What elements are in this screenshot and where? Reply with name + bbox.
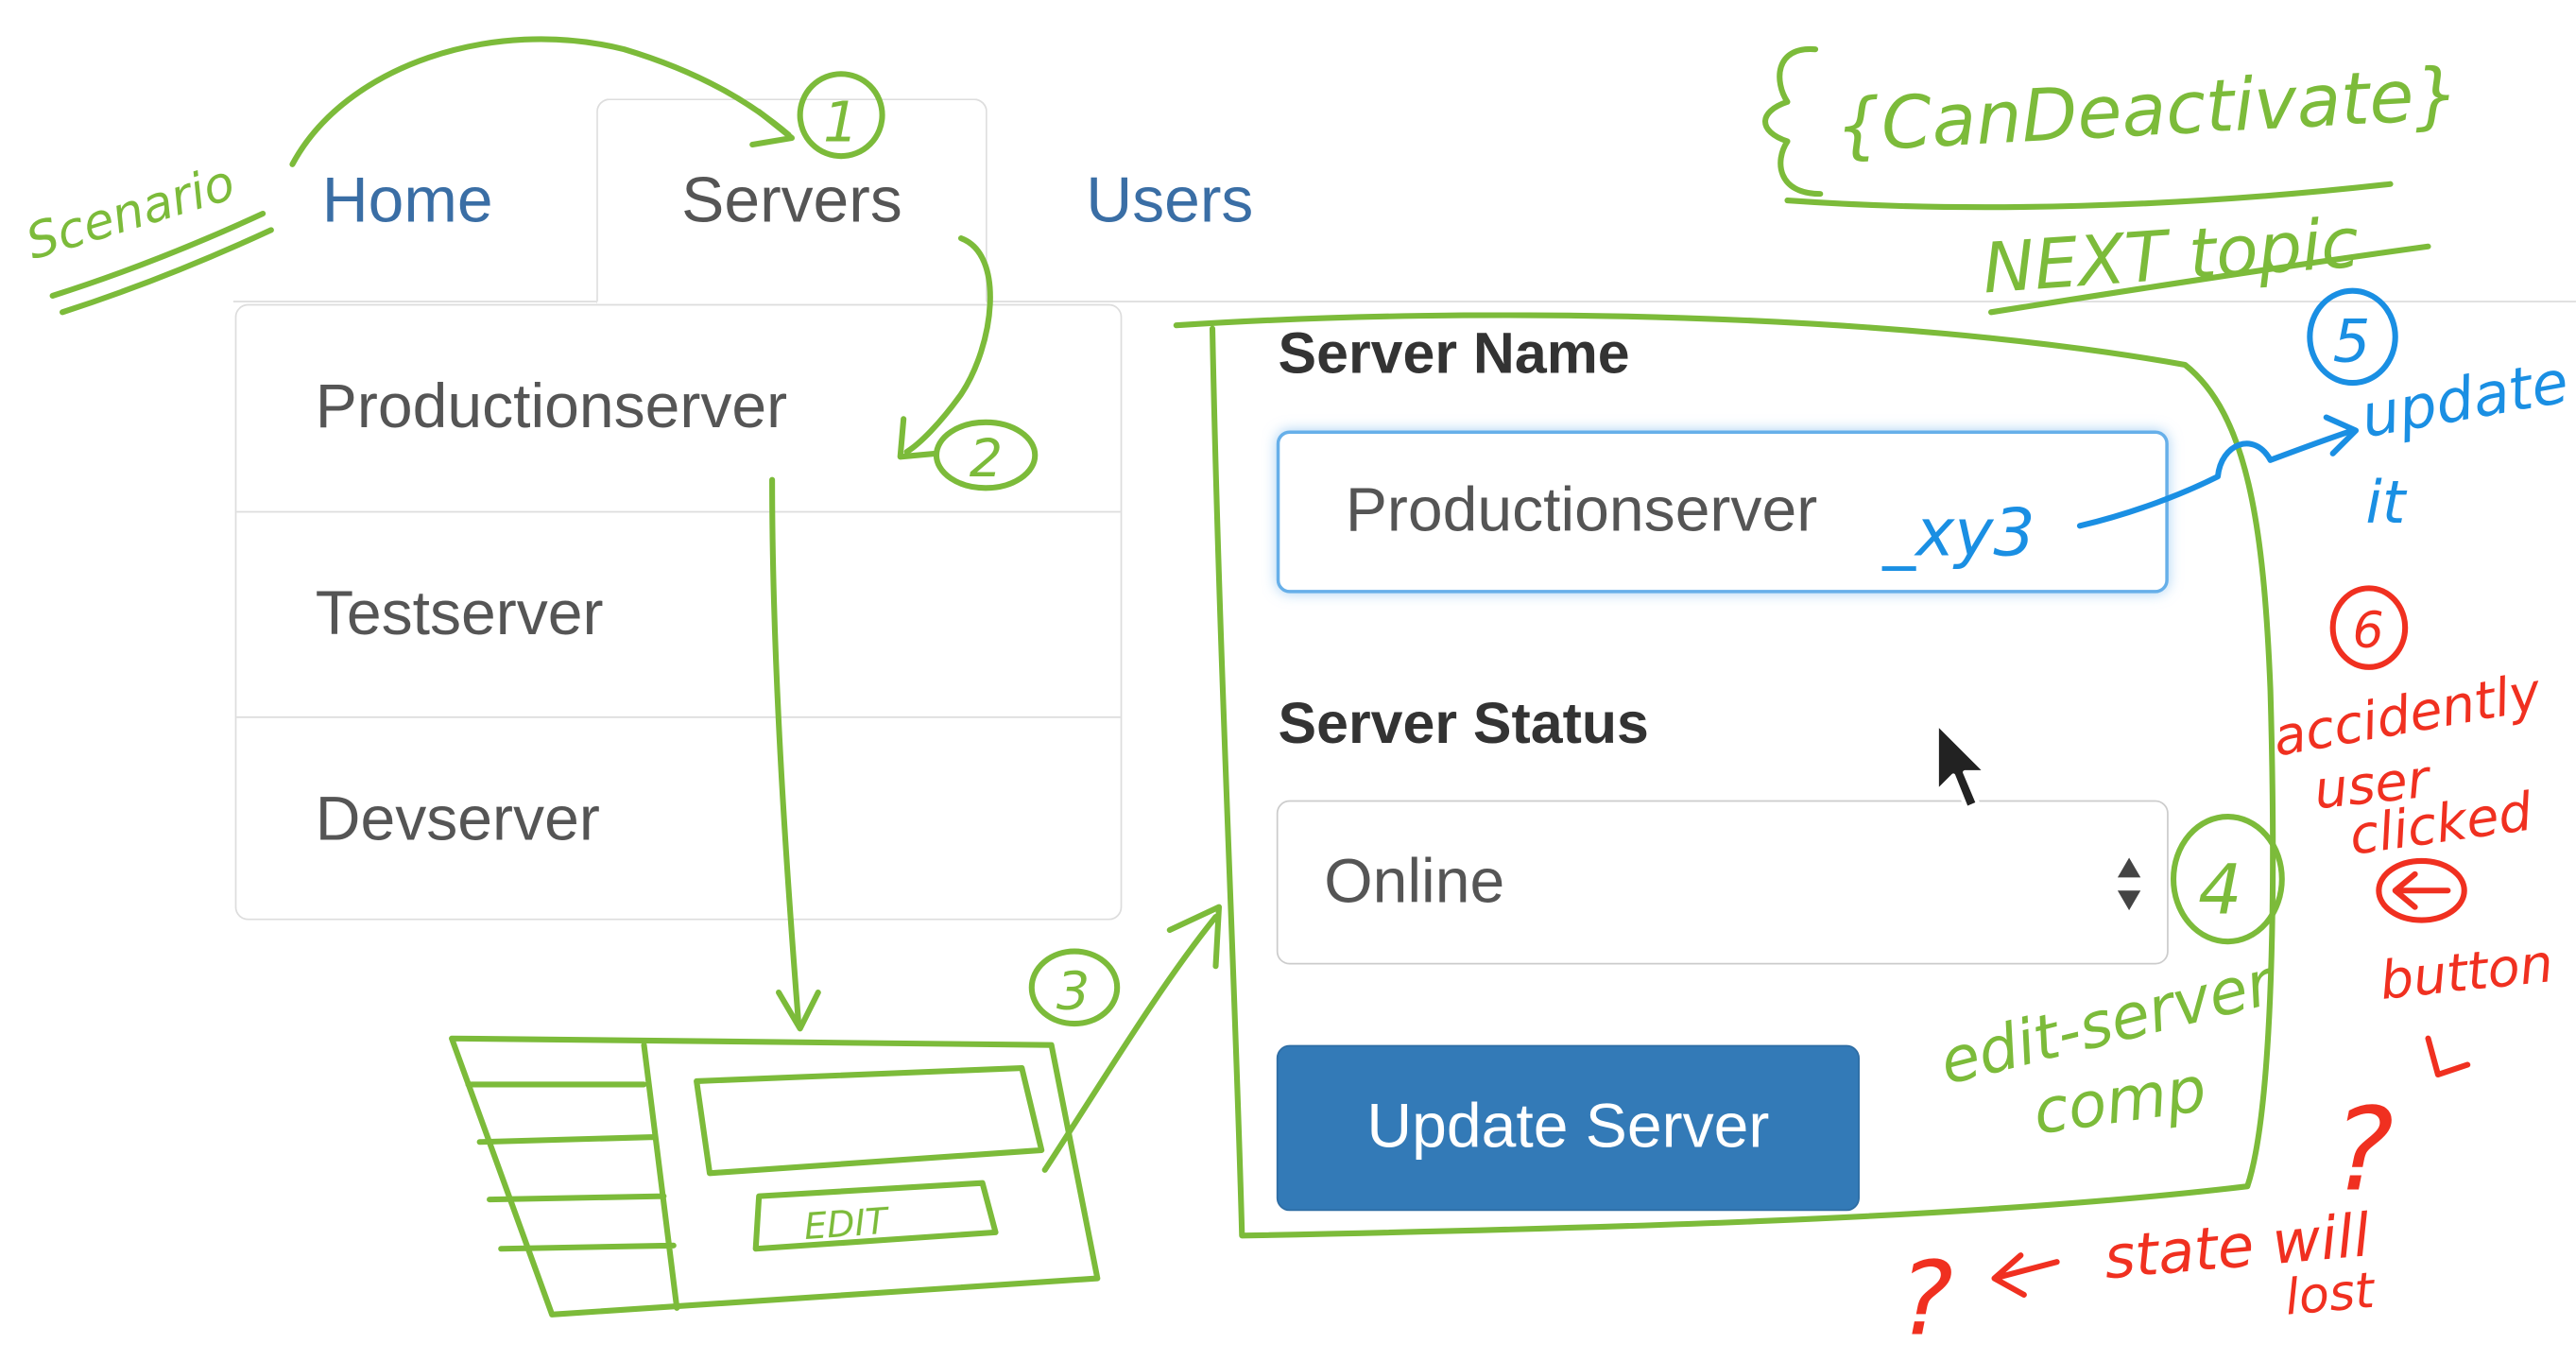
- annotation-name-suffix: _xy3: [1881, 495, 2035, 572]
- arrow-to-step1: [289, 36, 792, 167]
- annotation-state-lost: lost: [2283, 1263, 2379, 1327]
- arrow-to-form: [1041, 914, 1219, 1173]
- arrow-down: [769, 476, 801, 1025]
- handwritten-annotations: Scenario 1 2 EDIT 3 4 edit-server comp {…: [20, 36, 2573, 1359]
- back-arrow-icon: [2392, 870, 2451, 910]
- annotation-step6: 6: [2353, 603, 2384, 660]
- annotation-step1: 1: [823, 90, 859, 155]
- annotation-accidently: button: [2377, 933, 2555, 1012]
- app-screen: Home Servers Users Productionserver Test…: [0, 0, 2576, 1360]
- arrow-update: [2076, 427, 2356, 529]
- arrowhead: [749, 109, 795, 148]
- annotation-next-topic: NEXT topic: [1980, 203, 2361, 310]
- annotation-step5: 5: [2333, 306, 2371, 375]
- arrowhead: [1166, 904, 1223, 970]
- annotation-question: ?: [2333, 1083, 2395, 1217]
- annotation-edit: EDIT: [802, 1201, 891, 1249]
- arrow-down: [2425, 1035, 2471, 1078]
- underline: [1784, 181, 2394, 211]
- annotation-question: ?: [1899, 1241, 1953, 1359]
- annotation-can-deactivate: {CanDeactivate}: [1833, 52, 2462, 168]
- annotation-step2: 2: [970, 428, 1003, 490]
- annotation-update-it: it: [2365, 468, 2407, 537]
- annotation-step3: 3: [1056, 960, 1090, 1022]
- annotation-scenario: Scenario: [20, 154, 241, 271]
- brace-left: [1762, 46, 1824, 198]
- annotation-step4: 4: [2198, 851, 2241, 931]
- sketch-box: [694, 1064, 1045, 1177]
- arrow-left: [1991, 1252, 2060, 1298]
